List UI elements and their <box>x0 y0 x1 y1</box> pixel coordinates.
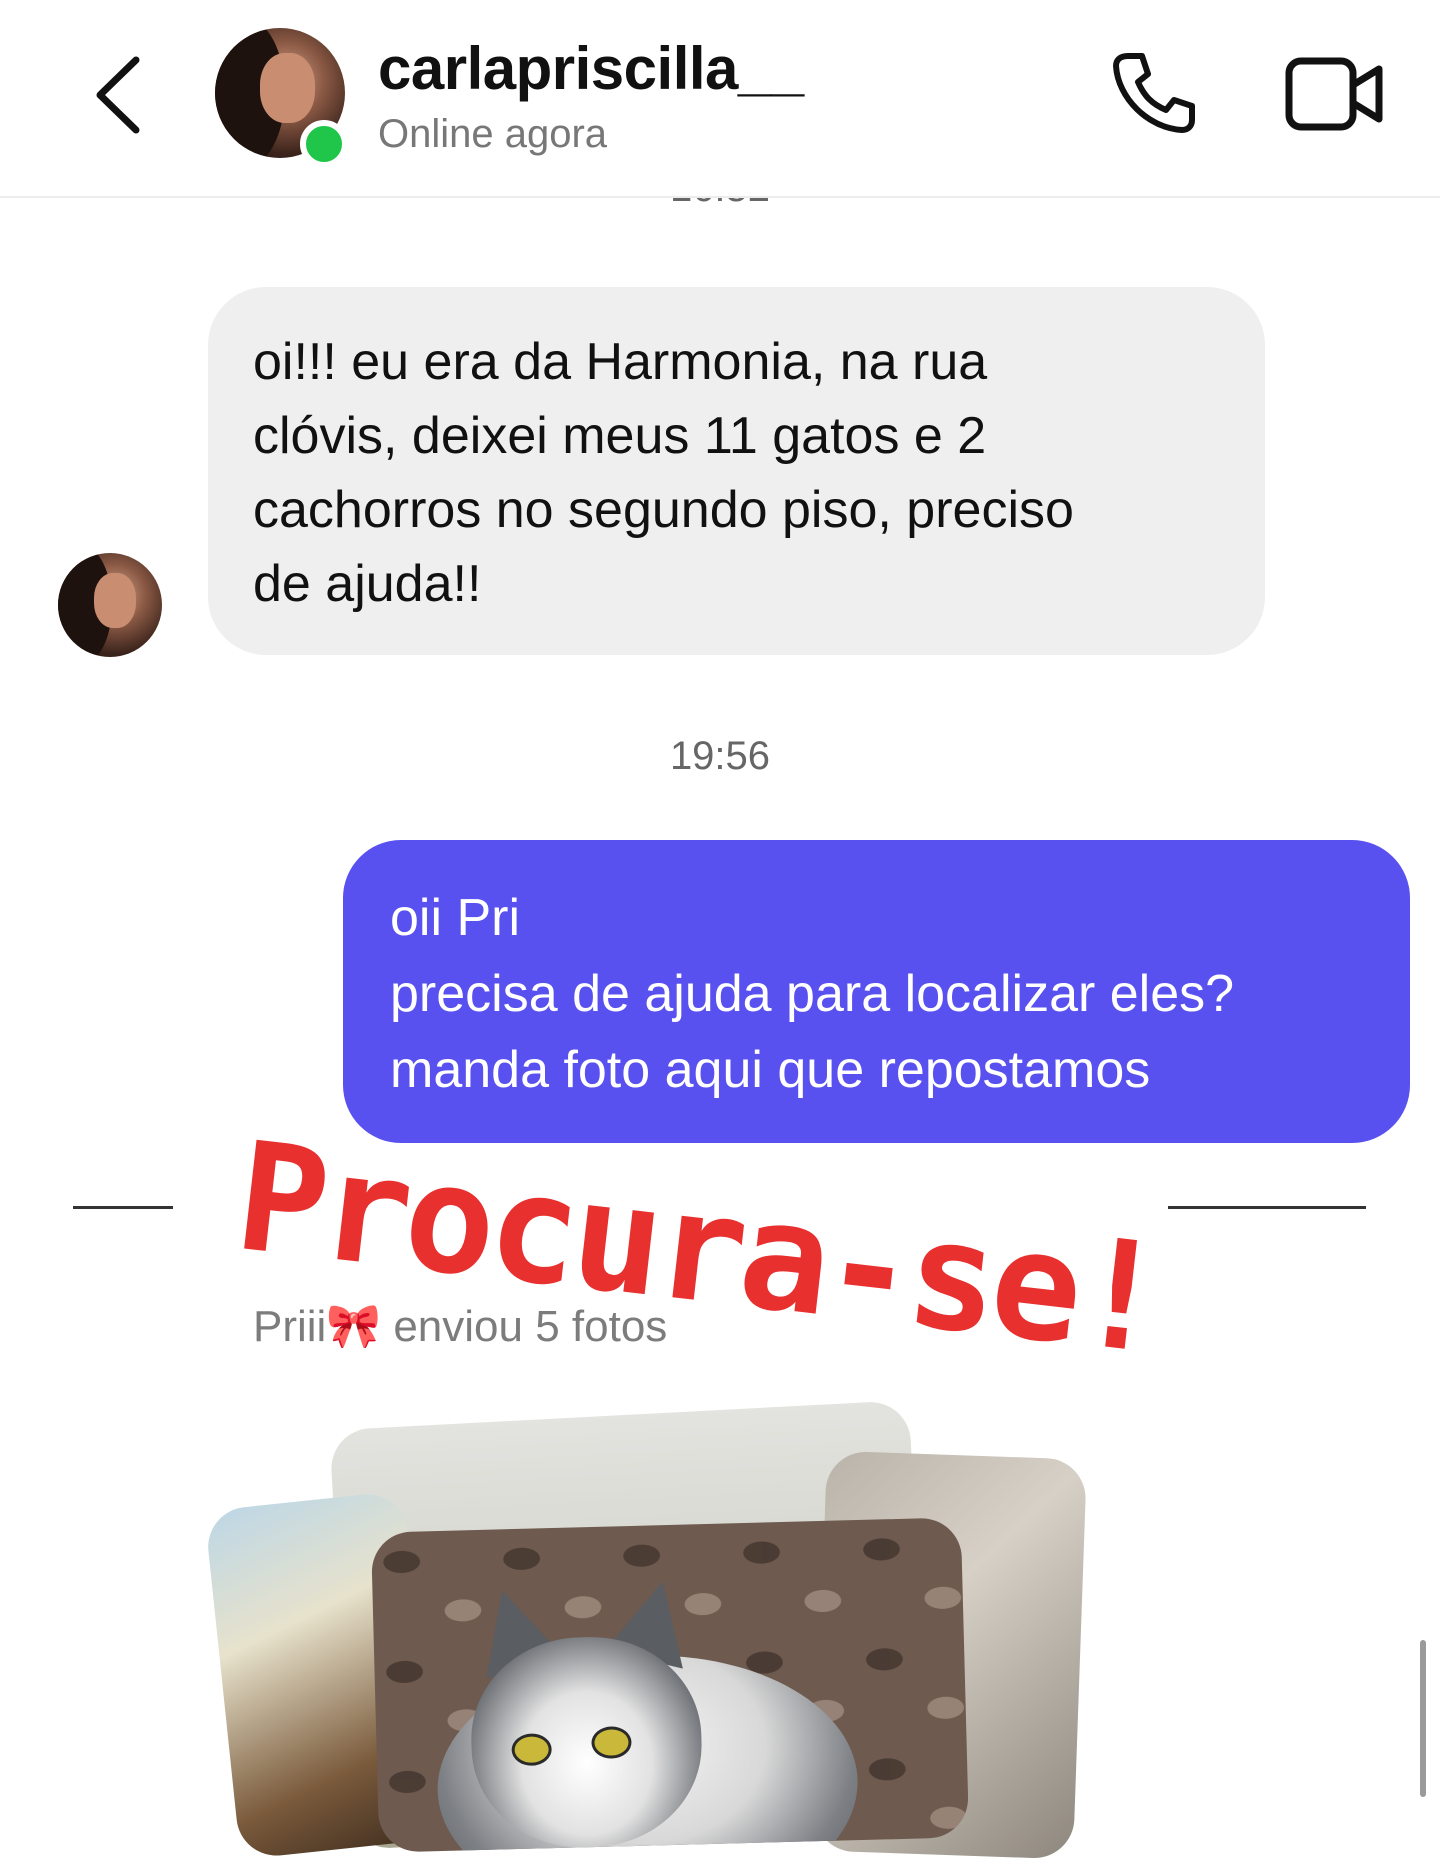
scrollbar[interactable] <box>1420 1640 1426 1797</box>
outgoing-message-bubble[interactable]: oii Pri precisa de ajuda para localizar … <box>343 840 1410 1143</box>
phone-icon <box>1113 53 1195 133</box>
chat-header: carlapriscilla__ Online agora <box>0 0 1440 198</box>
sender-avatar[interactable] <box>58 553 162 657</box>
divider <box>1168 1206 1366 1209</box>
video-camera-icon <box>1285 57 1383 131</box>
chat-username[interactable]: carlapriscilla__ <box>378 34 804 103</box>
chevron-left-icon <box>96 56 140 134</box>
incoming-message-bubble[interactable]: oi!!! eu era da Harmonia, na rua clóvis,… <box>208 287 1265 655</box>
divider <box>73 1206 173 1209</box>
message-timestamp: 19:56 <box>669 734 771 778</box>
procura-se-sticker: Procura-se! <box>228 1110 1170 1388</box>
incoming-message-text: oi!!! eu era da Harmonia, na rua clóvis,… <box>253 333 1074 613</box>
outgoing-message-text: oii Pri precisa de ajuda para localizar … <box>390 889 1235 1099</box>
audio-call-button[interactable] <box>1108 48 1198 138</box>
online-status: Online agora <box>378 112 608 156</box>
online-indicator <box>300 120 348 168</box>
video-call-button[interactable] <box>1285 55 1385 135</box>
shared-photo-cat[interactable] <box>370 1517 970 1853</box>
back-button[interactable] <box>88 50 158 140</box>
